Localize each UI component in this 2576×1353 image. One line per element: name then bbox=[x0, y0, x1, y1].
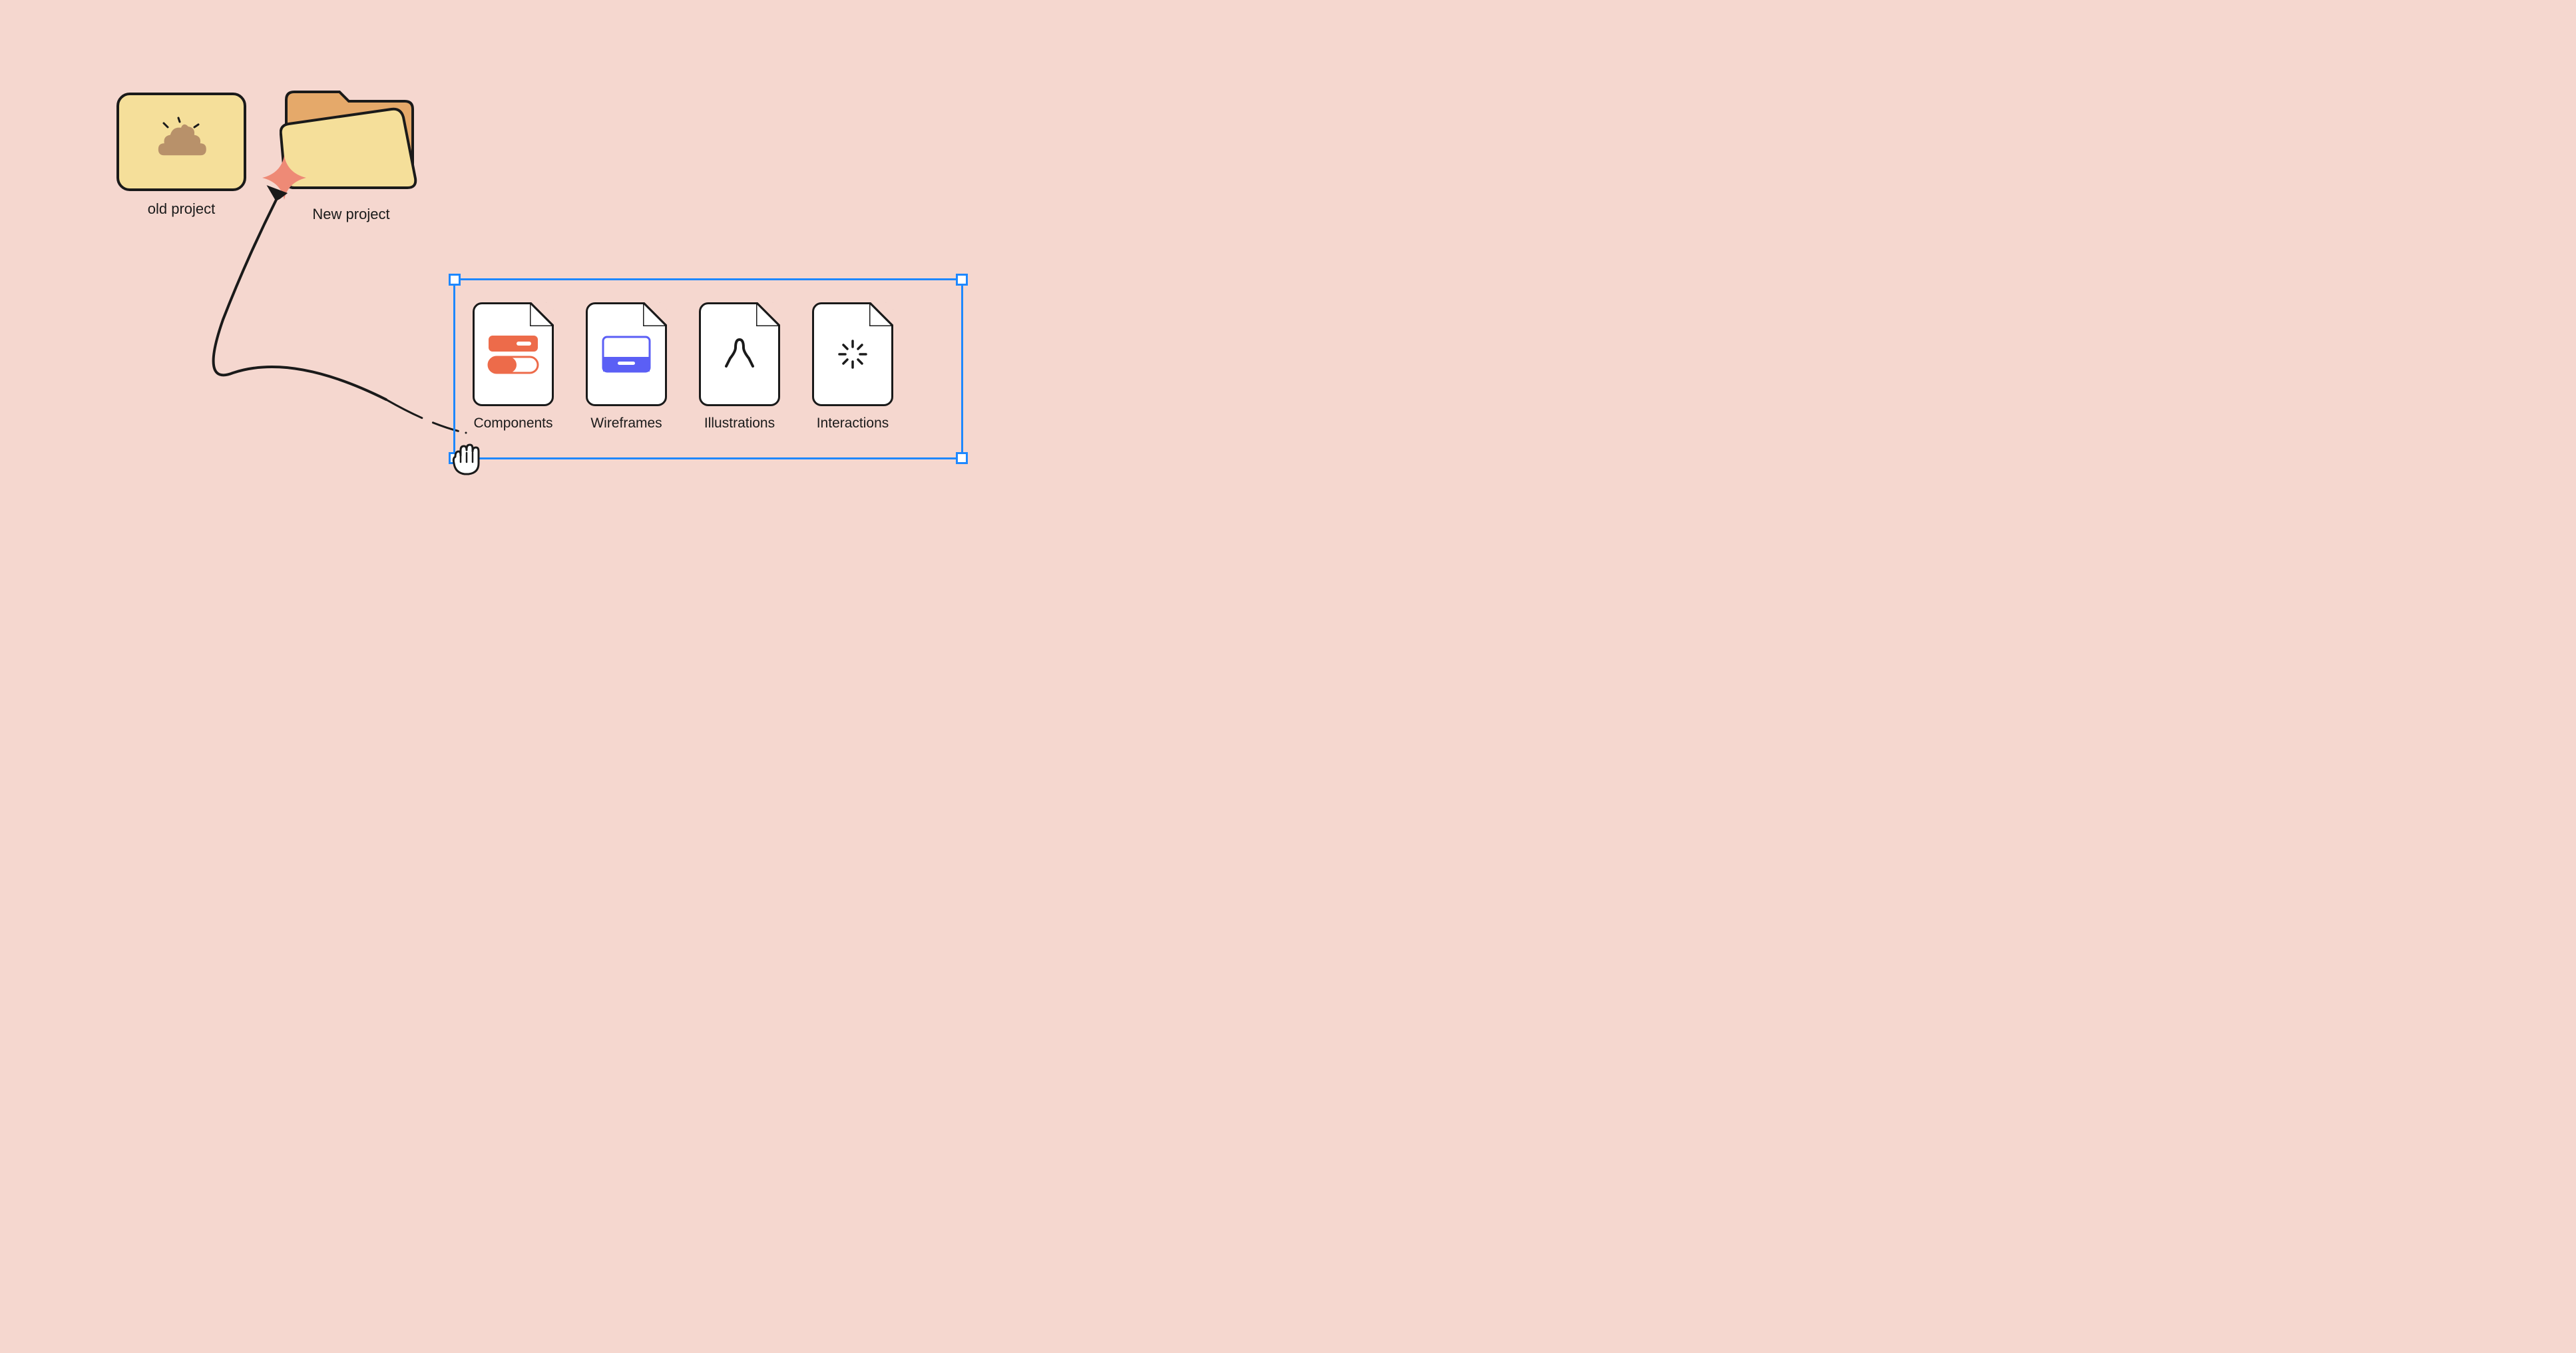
selection-handle-tl[interactable] bbox=[449, 274, 461, 286]
file-card bbox=[699, 302, 780, 406]
file-wireframes[interactable]: Wireframes bbox=[586, 302, 667, 431]
file-card bbox=[586, 302, 667, 406]
grab-cursor-icon bbox=[447, 442, 483, 478]
loading-spinner-icon bbox=[835, 336, 871, 372]
file-label: Illustrations bbox=[704, 415, 775, 431]
components-icon bbox=[487, 333, 539, 376]
page-fold-icon bbox=[643, 302, 667, 326]
file-components[interactable]: Components bbox=[473, 302, 554, 431]
files-row: Components Wireframes bbox=[473, 302, 893, 431]
file-interactions[interactable]: Interactions bbox=[812, 302, 893, 431]
file-illustrations[interactable]: Illustrations bbox=[699, 302, 780, 431]
page-fold-icon bbox=[869, 302, 893, 326]
selection-handle-br[interactable] bbox=[956, 452, 968, 464]
person-icon bbox=[720, 334, 759, 374]
page-fold-icon bbox=[530, 302, 554, 326]
wireframes-icon bbox=[600, 333, 652, 376]
file-label: Interactions bbox=[817, 415, 889, 431]
page-fold-icon bbox=[756, 302, 780, 326]
file-label: Components bbox=[473, 415, 552, 431]
file-card bbox=[473, 302, 554, 406]
file-label: Wireframes bbox=[590, 415, 662, 431]
file-card bbox=[812, 302, 893, 406]
selection-handle-tr[interactable] bbox=[956, 274, 968, 286]
